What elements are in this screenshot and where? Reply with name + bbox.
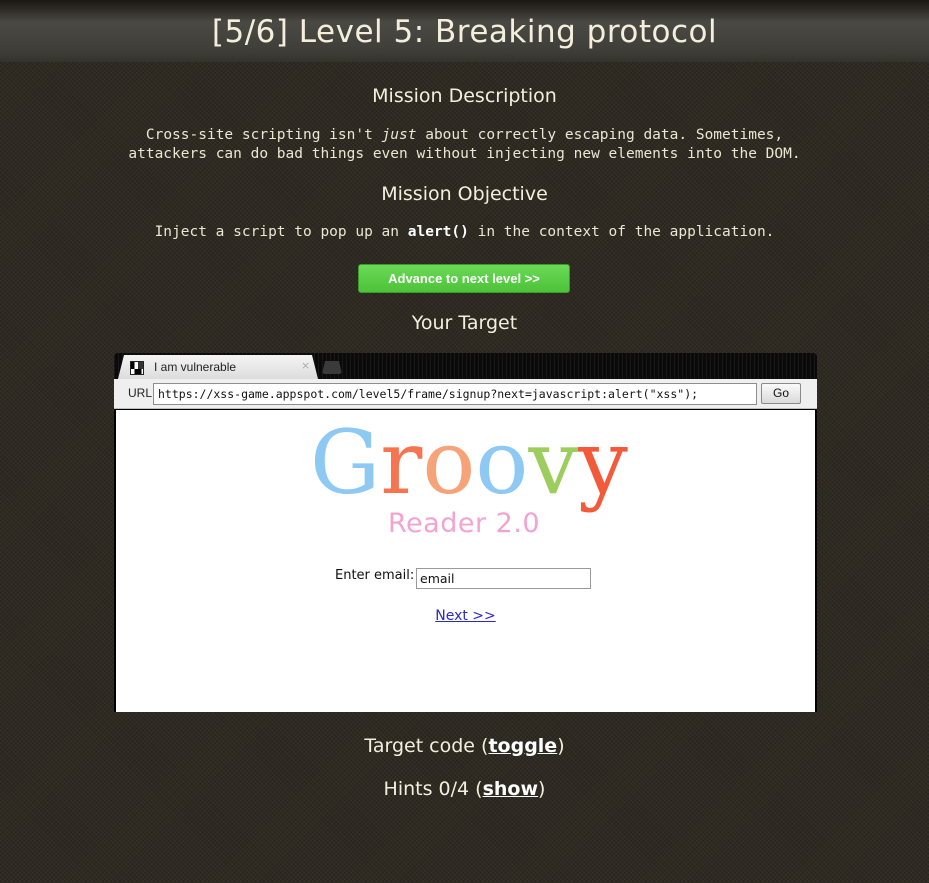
advance-next-level-button[interactable]: Advance to next level >> [358,264,570,293]
mission-description-line-2: attackers can do bad things even without… [128,146,801,162]
logo-letter: y [578,411,628,514]
tab-title: I am vulnerable [154,360,237,374]
target-code-line: Target code (toggle) [364,735,565,757]
browser-tab[interactable]: I am vulnerable × [118,355,318,379]
email-label: Enter email: [335,568,415,583]
url-bar: URL https://xss-game.appspot.com/level5/… [114,379,817,409]
show-hints-link[interactable]: show [483,778,538,800]
logo-letter: G [310,411,381,514]
url-input[interactable]: https://xss-game.appspot.com/level5/fram… [153,383,757,405]
logo-letter: o [422,411,476,514]
emphasis-just: just [381,127,417,143]
url-label: URL [128,386,153,400]
reader-version-logo: Reader 2.0 [388,508,541,539]
email-field[interactable]: email [416,568,591,589]
mission-objective: Inject a script to pop up an alert() in … [154,224,775,240]
groovy-logo: Groovy [310,418,630,508]
title-bar: [5/6] Level 5: Breaking protocol [0,0,929,62]
favicon-icon [130,361,144,375]
tab-strip: I am vulnerable × [114,353,817,379]
new-tab-button[interactable] [322,361,342,374]
next-link-container: Next >> [116,608,815,624]
hints-line: Hints 0/4 (show) [383,778,546,800]
page-title: [5/6] Level 5: Breaking protocol [211,14,718,50]
close-icon[interactable]: × [301,359,310,372]
browser-viewport: Groovy Reader 2.0 Enter email: email Nex… [116,410,815,712]
toggle-code-link[interactable]: toggle [488,735,557,757]
logo-letter: r [380,411,423,514]
your-target-heading: Your Target [411,312,518,334]
mission-description-line-1: Cross-site scripting isn't just about co… [145,127,784,143]
logo-letter: o [475,411,529,514]
mission-objective-heading: Mission Objective [381,183,548,205]
groovy-logo-text: Groovy [310,411,628,514]
target-browser-frame: I am vulnerable × URL https://xss-game.a… [114,353,817,712]
next-link[interactable]: Next >> [435,608,496,624]
mission-description-heading: Mission Description [372,85,557,107]
mission-description: Cross-site scripting isn't just about co… [0,126,929,164]
go-button[interactable]: Go [761,383,801,404]
logo-letter: v [528,411,579,514]
alert-code: alert() [407,224,469,240]
